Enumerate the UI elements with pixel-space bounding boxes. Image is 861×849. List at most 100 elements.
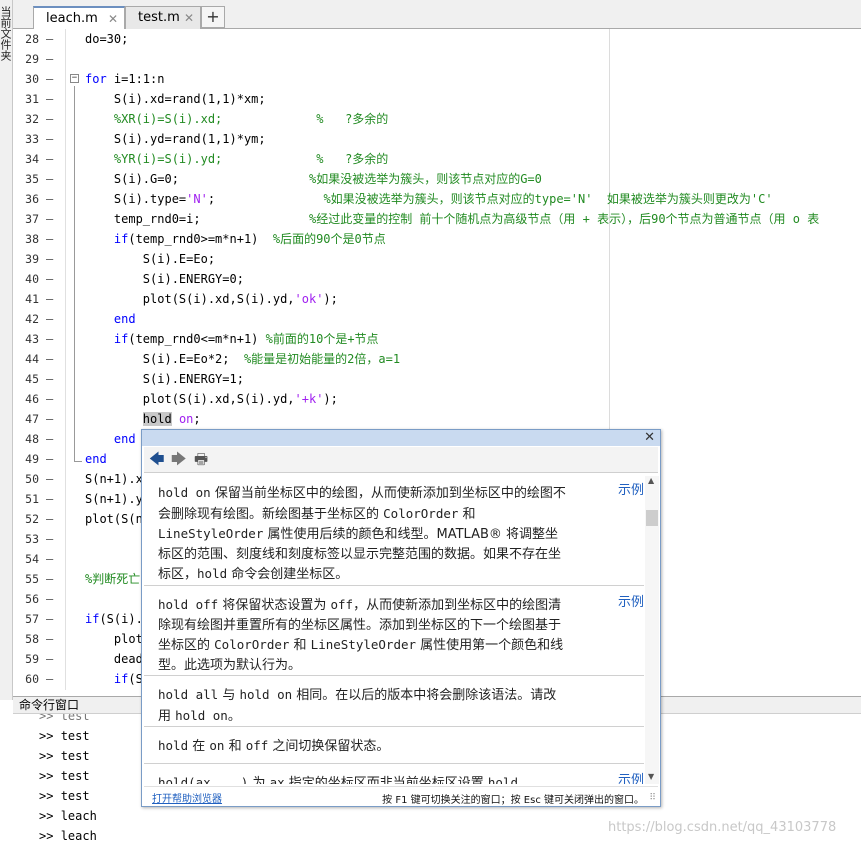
close-icon[interactable]: ✕ bbox=[108, 12, 118, 26]
code-line[interactable]: 30– − for i=1:1:n bbox=[13, 69, 861, 89]
resize-grip-icon[interactable]: ⠿ bbox=[649, 793, 656, 803]
print-icon[interactable]: 🖶 bbox=[194, 450, 208, 468]
breakpoint-marker[interactable]: – bbox=[46, 29, 53, 49]
code-line[interactable]: 38– if(temp_rnd0>=m*n+1) %后面的90个是0节点 bbox=[13, 229, 861, 249]
line-number: 54 bbox=[25, 552, 39, 566]
scroll-down-icon[interactable]: ▼ bbox=[648, 772, 654, 781]
code-token: %能量是初始能量的2倍，a=1 bbox=[243, 352, 401, 366]
code-line[interactable]: 47– hold on; bbox=[13, 409, 861, 429]
breakpoint-marker[interactable]: – bbox=[46, 69, 53, 89]
popup-title-bar[interactable]: ✕ bbox=[142, 430, 660, 446]
code-line[interactable]: 43– if(temp_rnd0<=m*n+1) %前面的10个是+节点 bbox=[13, 329, 861, 349]
breakpoint-marker[interactable]: – bbox=[46, 49, 53, 69]
code-text: plot(S(i).xd,S(i).yd,'ok'); bbox=[85, 289, 338, 309]
code-line[interactable]: 29– bbox=[13, 49, 861, 69]
code-line[interactable]: 41– plot(S(i).xd,S(i).yd,'ok'); bbox=[13, 289, 861, 309]
code-line[interactable]: 37– temp_rnd0=i; %经过此变量的控制 前十个随机点为高级节点（用… bbox=[13, 209, 861, 229]
code-line[interactable]: 28– do=30; bbox=[13, 29, 861, 49]
breakpoint-marker[interactable]: – bbox=[46, 89, 53, 109]
code-line[interactable]: 34– %YR(i)=S(i).yd; % ?多余的 bbox=[13, 149, 861, 169]
breakpoint-marker[interactable]: – bbox=[46, 309, 53, 329]
breakpoint-marker[interactable]: – bbox=[46, 629, 53, 649]
breakpoint-marker[interactable]: – bbox=[46, 349, 53, 369]
breakpoint-marker[interactable]: – bbox=[46, 649, 53, 669]
breakpoint-marker[interactable]: – bbox=[46, 269, 53, 289]
breakpoint-marker[interactable]: – bbox=[46, 169, 53, 189]
code-line[interactable]: 45– S(i).ENERGY=1; bbox=[13, 369, 861, 389]
add-tab-button[interactable]: + bbox=[201, 6, 225, 28]
code-token: (temp_rnd0>=m*n+1) bbox=[128, 232, 273, 246]
breakpoint-marker[interactable]: – bbox=[46, 589, 53, 609]
example-link[interactable]: 示例 bbox=[618, 591, 644, 610]
code-term: off bbox=[245, 738, 269, 753]
code-line[interactable]: 46– plot(S(i).xd,S(i).yd,'+k'); bbox=[13, 389, 861, 409]
code-line[interactable]: 33– S(i).yd=rand(1,1)*ym; bbox=[13, 129, 861, 149]
code-token: plot(S(n bbox=[85, 512, 143, 526]
code-token: S(n+1).y bbox=[85, 492, 143, 506]
breakpoint-marker[interactable]: – bbox=[46, 409, 53, 429]
breakpoint-marker[interactable]: – bbox=[46, 569, 53, 589]
code-line[interactable]: 40– S(i).ENERGY=0; bbox=[13, 269, 861, 289]
popup-scrollbar[interactable]: ▲ ▼ bbox=[645, 476, 659, 784]
help-text: 保留当前坐标区中的绘图，从而使新添加到坐标区中的绘图不会删除现有绘图。新绘图基于… bbox=[158, 486, 566, 522]
close-icon[interactable]: ✕ bbox=[184, 11, 194, 25]
current-folder-panel-strip[interactable]: 当前文件夹 bbox=[0, 0, 13, 700]
breakpoint-marker[interactable]: – bbox=[46, 489, 53, 509]
code-line[interactable]: 32– %XR(i)=S(i).xd; % ?多余的 bbox=[13, 109, 861, 129]
line-number: 49 bbox=[25, 452, 39, 466]
scroll-up-icon[interactable]: ▲ bbox=[648, 476, 654, 485]
breakpoint-marker[interactable]: – bbox=[46, 189, 53, 209]
code-text: plot bbox=[85, 629, 143, 649]
breakpoint-marker[interactable]: – bbox=[46, 609, 53, 629]
breakpoint-marker[interactable]: – bbox=[46, 289, 53, 309]
example-link[interactable]: 示例 bbox=[618, 769, 644, 784]
code-line[interactable]: 36– S(i).type='N'; %如果没被选举为簇头，则该节点对应的typ… bbox=[13, 189, 861, 209]
tab-leach-m[interactable]: leach.m ✕ bbox=[33, 6, 125, 30]
breakpoint-marker[interactable]: – bbox=[46, 209, 53, 229]
example-link[interactable]: 示例 bbox=[618, 479, 644, 498]
current-folder-label[interactable]: 当前文件夹 bbox=[0, 6, 13, 61]
open-help-browser-link[interactable]: 打开帮助浏览器 bbox=[152, 790, 222, 805]
back-arrow-icon[interactable]: 🡄 bbox=[149, 450, 165, 468]
breakpoint-marker[interactable]: – bbox=[46, 429, 53, 449]
scroll-thumb[interactable] bbox=[646, 510, 658, 526]
code-line[interactable]: 39– S(i).E=Eo; bbox=[13, 249, 861, 269]
breakpoint-marker[interactable]: – bbox=[46, 509, 53, 529]
close-icon[interactable]: ✕ bbox=[644, 430, 655, 446]
forward-arrow-icon[interactable]: 🡆 bbox=[171, 450, 187, 468]
tab-label: leach.m bbox=[46, 11, 98, 26]
breakpoint-marker[interactable]: – bbox=[46, 249, 53, 269]
code-token: S(i).ENERGY=1; bbox=[85, 372, 244, 386]
line-number: 50 bbox=[25, 472, 39, 486]
tab-test-m[interactable]: test.m ✕ bbox=[125, 6, 201, 29]
code-line[interactable]: 35– S(i).G=0; %如果没被选举为簇头，则该节点对应的G=0 bbox=[13, 169, 861, 189]
fold-toggle-icon[interactable]: − bbox=[70, 74, 79, 83]
help-text: 指定的坐标区而非当前坐标区设置 bbox=[284, 776, 488, 784]
breakpoint-marker[interactable]: – bbox=[46, 469, 53, 489]
code-line[interactable]: 31– S(i).xd=rand(1,1)*xm; bbox=[13, 89, 861, 109]
code-token: (S(i). bbox=[99, 612, 143, 626]
breakpoint-marker[interactable]: – bbox=[46, 329, 53, 349]
code-line[interactable]: 44– S(i).E=Eo*2; %能量是初始能量的2倍，a=1 bbox=[13, 349, 861, 369]
help-text: 将保留状态设置为 bbox=[218, 598, 331, 613]
breakpoint-marker[interactable]: – bbox=[46, 669, 53, 689]
code-term: off bbox=[330, 597, 354, 612]
breakpoint-marker[interactable]: – bbox=[46, 529, 53, 549]
breakpoint-marker[interactable]: – bbox=[46, 149, 53, 169]
function-help-popup[interactable]: ✕ 🡄 🡆 🖶 hold on 保留当前坐标区中的绘图，从而使新添加到坐标区中的… bbox=[141, 429, 661, 807]
breakpoint-marker[interactable]: – bbox=[46, 109, 53, 129]
breakpoint-marker[interactable]: – bbox=[46, 129, 53, 149]
breakpoint-marker[interactable]: – bbox=[46, 389, 53, 409]
breakpoint-marker[interactable]: – bbox=[46, 229, 53, 249]
help-entry: hold all 与 hold on 相同。在以后的版本中将会删除该语法。请改用… bbox=[144, 678, 644, 727]
code-token: %XR(i)=S(i).xd; % ?多余的 bbox=[85, 112, 389, 126]
line-number: 38 bbox=[25, 232, 39, 246]
breakpoint-marker[interactable]: – bbox=[46, 449, 53, 469]
breakpoint-marker[interactable]: – bbox=[46, 549, 53, 569]
code-token: if bbox=[113, 232, 129, 246]
line-number: 55 bbox=[25, 572, 39, 586]
code-line[interactable]: 42– end bbox=[13, 309, 861, 329]
breakpoint-marker[interactable]: – bbox=[46, 369, 53, 389]
